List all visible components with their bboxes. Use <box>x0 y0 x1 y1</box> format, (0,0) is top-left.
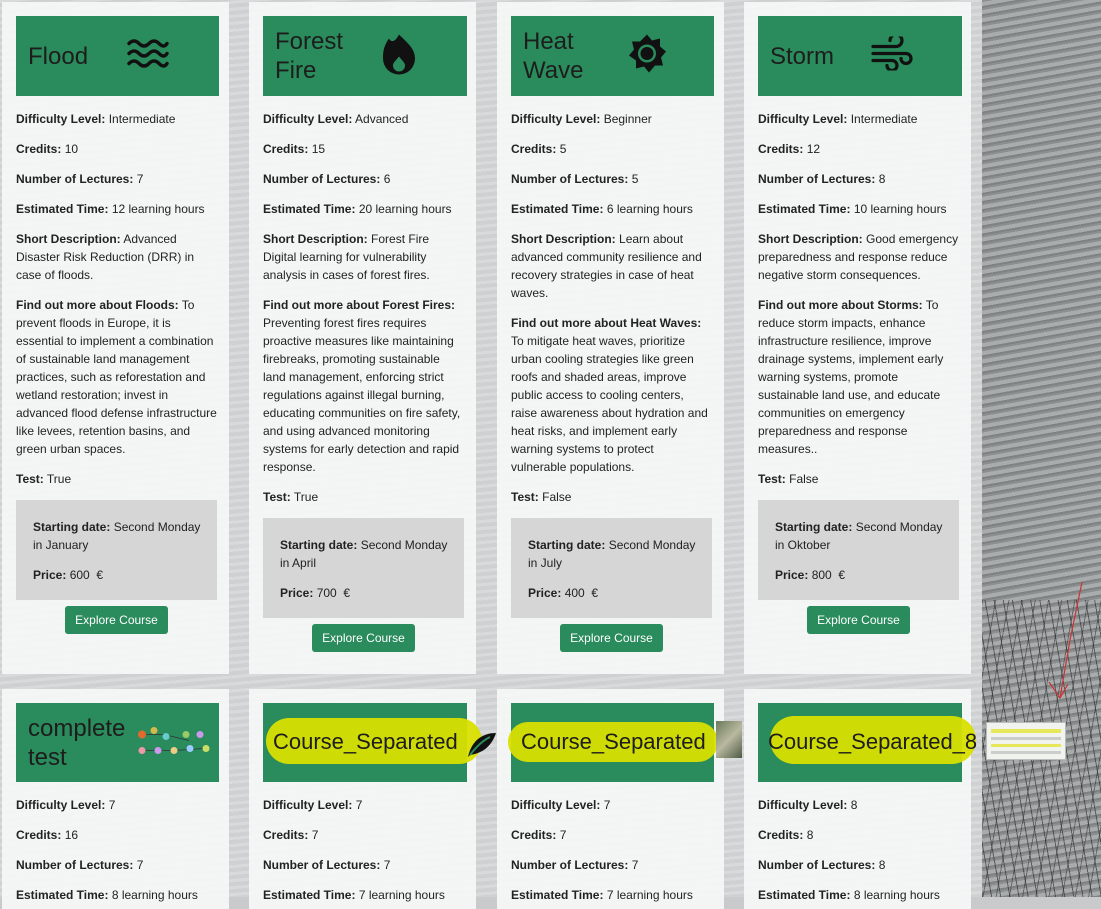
start-price-box: Starting date: Second Monday in July Pri… <box>511 518 712 618</box>
card-title: Course_Separated <box>521 729 706 754</box>
credits-field: Credits: 15 <box>263 142 326 156</box>
credits-field: Credits: 7 <box>263 828 319 842</box>
more-info: Find out more about Forest Fires: Preven… <box>263 298 461 474</box>
leaf-icon <box>466 729 498 764</box>
starting-date: Starting date: Second Monday in April <box>280 538 448 570</box>
course-card-complete-test: complete test Difficulty Level: 7 Credit… <box>2 689 229 909</box>
explore-course-button[interactable]: Explore Course <box>65 606 168 634</box>
difficulty-field: Difficulty Level: Intermediate <box>758 112 918 126</box>
explore-course-button[interactable]: Explore Course <box>807 606 910 634</box>
test-field: Test: True <box>16 472 72 486</box>
short-description: Short Description: Advanced Disaster Ris… <box>16 232 195 282</box>
explore-course-button[interactable]: Explore Course <box>560 624 663 652</box>
lectures-field: Number of Lectures: 5 <box>511 172 639 186</box>
credits-field: Credits: 7 <box>511 828 567 842</box>
difficulty-value: Intermediate <box>108 112 176 126</box>
time-field: Estimated Time: 8 learning hours <box>758 888 940 902</box>
more-info: Find out more about Heat Waves: To mitig… <box>511 316 708 474</box>
fire-icon <box>381 33 417 80</box>
card-title: complete test <box>28 714 126 771</box>
card-title: Flood <box>28 42 89 70</box>
lectures-field: Number of Lectures: 8 <box>758 172 886 186</box>
difficulty-field: Difficulty Level: 8 <box>758 798 858 812</box>
short-description: Short Description: Learn about advanced … <box>511 232 702 300</box>
card-title: Course_Separated_8 <box>768 729 978 754</box>
lectures-field: Number of Lectures: 8 <box>758 858 886 872</box>
difficulty-field: Difficulty Level: 7 <box>16 798 116 812</box>
credits-field: Credits: 10 <box>16 142 79 156</box>
card-header: Forest Fire <box>263 16 467 96</box>
difficulty-field: Difficulty Level: Beginner <box>511 112 652 126</box>
short-description: Short Description: Forest Fire Digital l… <box>263 232 430 282</box>
short-description: Short Description: Good emergency prepar… <box>758 232 959 282</box>
course-card-forest-fire: Forest Fire Difficulty Level: Advanced C… <box>249 2 476 674</box>
card-title: Storm <box>770 42 835 70</box>
difficulty-field: Difficulty Level: Intermediate <box>16 112 176 126</box>
explore-course-button[interactable]: Explore Course <box>312 624 415 652</box>
red-arrow-annotation <box>1048 581 1083 700</box>
time-field: Estimated Time: 10 learning hours <box>758 202 947 216</box>
credits-field: Credits: 16 <box>16 828 79 842</box>
time-field: Estimated Time: 7 learning hours <box>511 888 693 902</box>
start-price-box: Starting date: Second Monday in April Pr… <box>263 518 464 618</box>
time-value: 12 learning hours <box>111 202 205 216</box>
difficulty-field: Difficulty Level: Advanced <box>263 112 409 126</box>
price: Price: 600 € <box>33 568 104 582</box>
start-price-box: Starting date: Second Monday in Oktober … <box>758 500 959 600</box>
course-card-flood: Flood Difficulty Level: Intermediate Cre… <box>2 2 229 674</box>
time-field: Estimated Time: 8 learning hours <box>16 888 198 902</box>
card-title: Forest Fire <box>275 28 344 84</box>
lectures-field: Number of Lectures: 6 <box>263 172 391 186</box>
credits-value: 10 <box>64 142 79 156</box>
wind-icon <box>870 32 914 76</box>
time-field: Estimated Time: 6 learning hours <box>511 202 693 216</box>
card-title: Heat Wave <box>523 28 584 84</box>
course-card-heat-wave: Heat Wave Difficulty Level: Beginner Cre… <box>497 2 724 674</box>
card-header: Heat Wave <box>511 16 714 96</box>
lectures-field: Number of Lectures: 7 <box>263 858 391 872</box>
time-field: Estimated Time: 12 learning hours <box>16 202 205 216</box>
price: Price: 400 € <box>528 586 599 600</box>
difficulty-field: Difficulty Level: 7 <box>263 798 363 812</box>
card-header: Flood <box>16 16 219 96</box>
lectures-value: 7 <box>136 172 144 186</box>
sun-icon <box>627 34 667 79</box>
water-waves-icon <box>126 38 170 75</box>
starting-date: Starting date: Second Monday in January <box>33 520 201 552</box>
course-thumbnail-image <box>716 721 742 758</box>
more-info: Find out more about Storms: To reduce st… <box>758 298 944 456</box>
card-title: Course_Separated <box>273 729 458 754</box>
card-header: Storm <box>758 16 962 96</box>
lectures-field: Number of Lectures: 7 <box>16 172 144 186</box>
credits-field: Credits: 12 <box>758 142 821 156</box>
price: Price: 700 € <box>280 586 351 600</box>
card-header: complete test <box>16 703 219 782</box>
more-info: Find out more about Floods: To prevent f… <box>16 298 217 456</box>
starting-date: Starting date: Second Monday in Oktober <box>775 520 943 552</box>
lectures-field: Number of Lectures: 7 <box>16 858 144 872</box>
price: Price: 800 € <box>775 568 846 582</box>
lectures-field: Number of Lectures: 7 <box>511 858 639 872</box>
diagram-icon <box>134 720 214 765</box>
start-price-box: Starting date: Second Monday in January … <box>16 500 217 600</box>
credits-field: Credits: 8 <box>758 828 814 842</box>
course-card-storm: Storm Difficulty Level: Intermediate Cre… <box>744 2 971 674</box>
credits-field: Credits: 5 <box>511 142 567 156</box>
time-field: Estimated Time: 7 learning hours <box>263 888 445 902</box>
course-thumbnail-screenshot <box>986 722 1066 760</box>
difficulty-field: Difficulty Level: 7 <box>511 798 611 812</box>
time-field: Estimated Time: 20 learning hours <box>263 202 452 216</box>
starting-date: Starting date: Second Monday in July <box>528 538 696 570</box>
test-field: Test: False <box>758 472 819 486</box>
test-field: Test: True <box>263 490 319 504</box>
test-field: Test: False <box>511 490 572 504</box>
